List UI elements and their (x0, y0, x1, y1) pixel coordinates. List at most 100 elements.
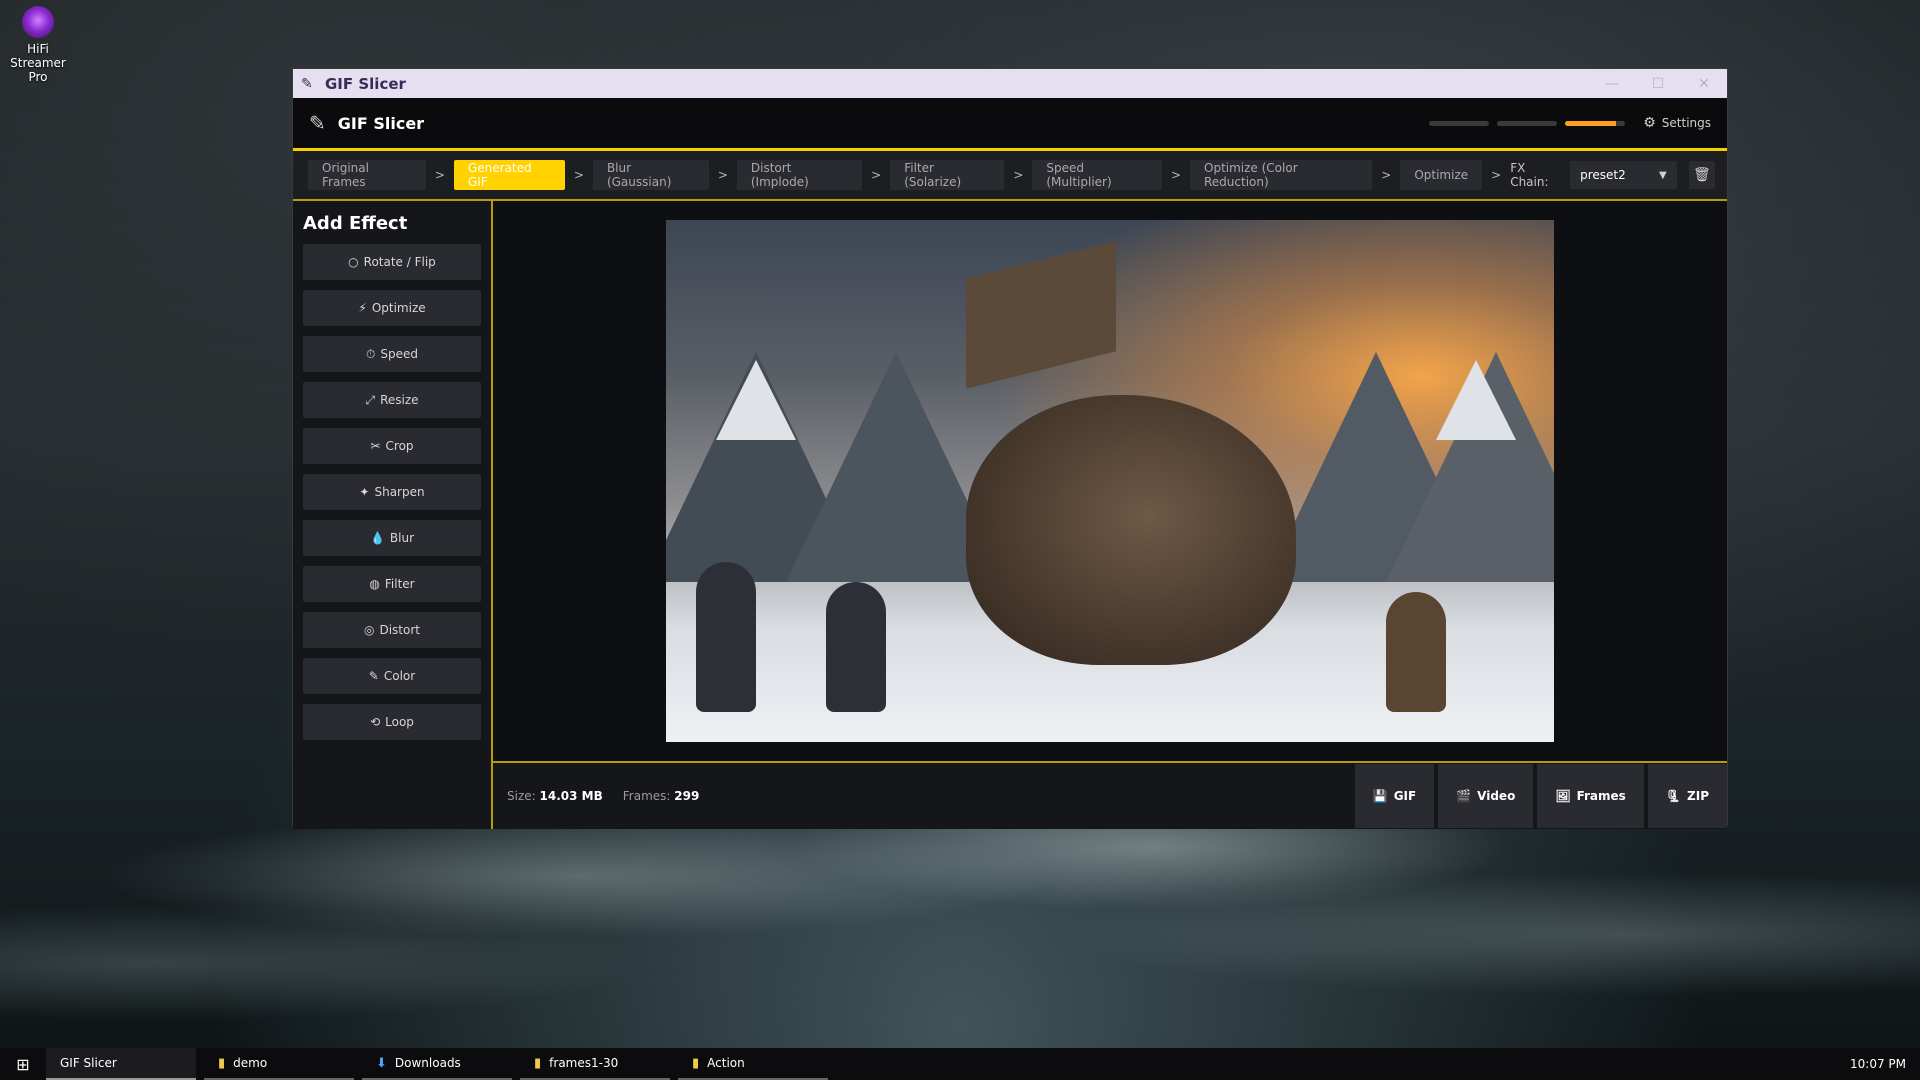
download-frames-label: Frames (1576, 789, 1626, 803)
trash-icon: 🗑 (1692, 167, 1711, 183)
crumb-optimize[interactable]: Optimize (1400, 160, 1483, 190)
elephant-shape (966, 395, 1296, 665)
crumb-optimize-color-reduction[interactable]: Optimize (Color Reduction) (1190, 160, 1373, 190)
lightning-icon: ⚡ (358, 301, 367, 315)
snow-peak-shape (716, 360, 796, 440)
taskbar: ⊞ GIF Slicer ▮ demo ⬇ Downloads ▮ frames… (0, 1048, 1920, 1080)
taskbar-item-frames1-30[interactable]: ▮ frames1-30 (520, 1048, 670, 1080)
minimize-button[interactable]: — (1589, 76, 1635, 92)
maximize-button[interactable]: ☐ (1635, 76, 1681, 92)
add-effect-speed[interactable]: ⏱ Speed (303, 336, 481, 372)
taskbar-item-gif-slicer[interactable]: GIF Slicer (46, 1048, 196, 1080)
system-clock[interactable]: 10:07 PM (1850, 1057, 1906, 1071)
crumb-distort-implode[interactable]: Distort (Implode) (736, 160, 863, 190)
taskbar-item-downloads[interactable]: ⬇ Downloads (362, 1048, 512, 1080)
fx-chain-control: FX Chain: preset2 ▼ 🗑 (1510, 161, 1715, 189)
window-controls: — ☐ ✕ (1589, 76, 1727, 92)
windows-icon: ⊞ (16, 1054, 30, 1074)
chevron-down-icon: ▼ (1658, 169, 1667, 181)
start-button[interactable]: ⊞ (0, 1055, 46, 1074)
add-effect-sharpen[interactable]: ✦ Sharpen (303, 474, 481, 510)
breadcrumb-separator: > (871, 168, 882, 182)
effect-label: Filter (384, 577, 415, 591)
breadcrumb-separator: > (1170, 168, 1181, 182)
zip-icon: 🗜 (1665, 789, 1682, 803)
taskbar-item-demo[interactable]: ▮ demo (204, 1048, 354, 1080)
breadcrumb-separator: > (1013, 168, 1024, 182)
app-title: GIF Slicer (337, 113, 425, 133)
frames-value: 299 (674, 789, 700, 803)
folder-icon: ▮ (534, 1055, 542, 1071)
effect-label: Distort (379, 623, 420, 637)
desktop-icon-hifi-streamer[interactable]: HiFi Streamer Pro (0, 6, 76, 84)
window-titlebar[interactable]: ✎ GIF Slicer — ☐ ✕ (293, 69, 1727, 98)
download-zip-button[interactable]: 🗜 ZIP (1647, 764, 1727, 828)
fx-chain-select[interactable]: preset2 ▼ (1570, 161, 1677, 189)
snow-peak-shape (1436, 360, 1516, 440)
timer-icon: ⏱ (366, 346, 376, 361)
resize-icon: ⤢ (365, 392, 376, 407)
app-window: ✎ GIF Slicer — ☐ ✕ ✎ GIF Slicer ⚙ Settin… (292, 68, 1728, 829)
preview-area (493, 201, 1727, 761)
effects-sidebar: Add Effect ○ Rotate / Flip ⚡ Optimize ⏱ … (293, 201, 493, 829)
brush-icon: ✎ (368, 669, 379, 683)
window-title: GIF Slicer (325, 74, 406, 93)
gear-icon: ⚙ (1643, 115, 1656, 131)
delete-chain-button[interactable]: 🗑 (1688, 161, 1715, 189)
add-effect-color[interactable]: ✎ Color (303, 658, 481, 694)
download-buttons: 💾 GIF 🎬 Video 🖼 Frames 🗜 ZIP (1351, 764, 1727, 828)
effect-label: Color (383, 669, 416, 683)
effect-label: Blur (389, 531, 415, 545)
taskbar-item-action[interactable]: ▮ Action (678, 1048, 828, 1080)
app-logo-icon: ✎ (301, 75, 313, 92)
warrior-shape (1386, 592, 1446, 712)
breadcrumb-separator: > (573, 168, 584, 182)
download-frames-button[interactable]: 🖼 Frames (1537, 764, 1644, 828)
crumb-original-frames[interactable]: Original Frames (308, 160, 426, 190)
add-effect-resize[interactable]: ⤢ Resize (303, 382, 481, 418)
progress-step (1497, 120, 1558, 126)
add-effect-optimize[interactable]: ⚡ Optimize (303, 290, 481, 326)
crumb-speed-multiplier[interactable]: Speed (Multiplier) (1032, 160, 1162, 190)
crumb-generated-gif[interactable]: Generated GIF (453, 160, 565, 190)
crumb-blur-gaussian[interactable]: Blur (Gaussian) (592, 160, 709, 190)
download-zip-label: ZIP (1687, 789, 1709, 803)
add-effect-loop[interactable]: ⟲ Loop (303, 704, 481, 740)
effect-label: Loop (385, 715, 414, 729)
add-effect-filter[interactable]: ◍ Filter (303, 566, 481, 602)
preview-panel: Size: 14.03 MB Frames: 299 💾 GIF 🎬 Video (493, 201, 1727, 829)
progress-step (1429, 120, 1490, 126)
desktop-icon-label: HiFi Streamer Pro (10, 42, 66, 84)
download-video-button[interactable]: 🎬 Video (1438, 764, 1534, 828)
add-effect-rotate-flip[interactable]: ○ Rotate / Flip (303, 244, 481, 280)
app-logo-icon: ✎ (309, 111, 326, 135)
add-effect-distort[interactable]: ◎ Distort (303, 612, 481, 648)
hifi-streamer-icon (22, 6, 54, 38)
breadcrumb-separator: > (1491, 168, 1502, 182)
droplet-icon: 💧 (369, 531, 385, 545)
breadcrumb-separator: > (1381, 168, 1392, 182)
sidebar-title: Add Effect (303, 213, 408, 234)
taskbar-label: frames1-30 (549, 1056, 619, 1070)
download-video-label: Video (1477, 789, 1516, 803)
step-progress (1429, 120, 1626, 126)
frames-label: Frames: (622, 789, 671, 803)
size-label: Size: (507, 789, 536, 803)
settings-button[interactable]: ⚙ Settings (1643, 115, 1711, 131)
video-icon: 🎬 (1456, 789, 1472, 803)
palette-icon: ◍ (369, 577, 380, 591)
add-effect-blur[interactable]: 💧 Blur (303, 520, 481, 556)
download-gif-button[interactable]: 💾 GIF (1354, 764, 1435, 828)
crop-icon: ✂ (370, 439, 381, 453)
effect-label: Optimize (371, 301, 426, 315)
taskbar-label: demo (233, 1056, 268, 1070)
app-header: ✎ GIF Slicer ⚙ Settings (293, 98, 1727, 151)
size-stat: Size: 14.03 MB (507, 789, 603, 803)
gif-preview-image (666, 220, 1554, 742)
effect-label: Speed (380, 347, 418, 361)
main-content: Add Effect ○ Rotate / Flip ⚡ Optimize ⏱ … (293, 201, 1727, 829)
crumb-filter-solarize[interactable]: Filter (Solarize) (890, 160, 1005, 190)
add-effect-crop[interactable]: ✂ Crop (303, 428, 481, 464)
settings-label: Settings (1661, 116, 1711, 130)
close-button[interactable]: ✕ (1681, 76, 1727, 92)
